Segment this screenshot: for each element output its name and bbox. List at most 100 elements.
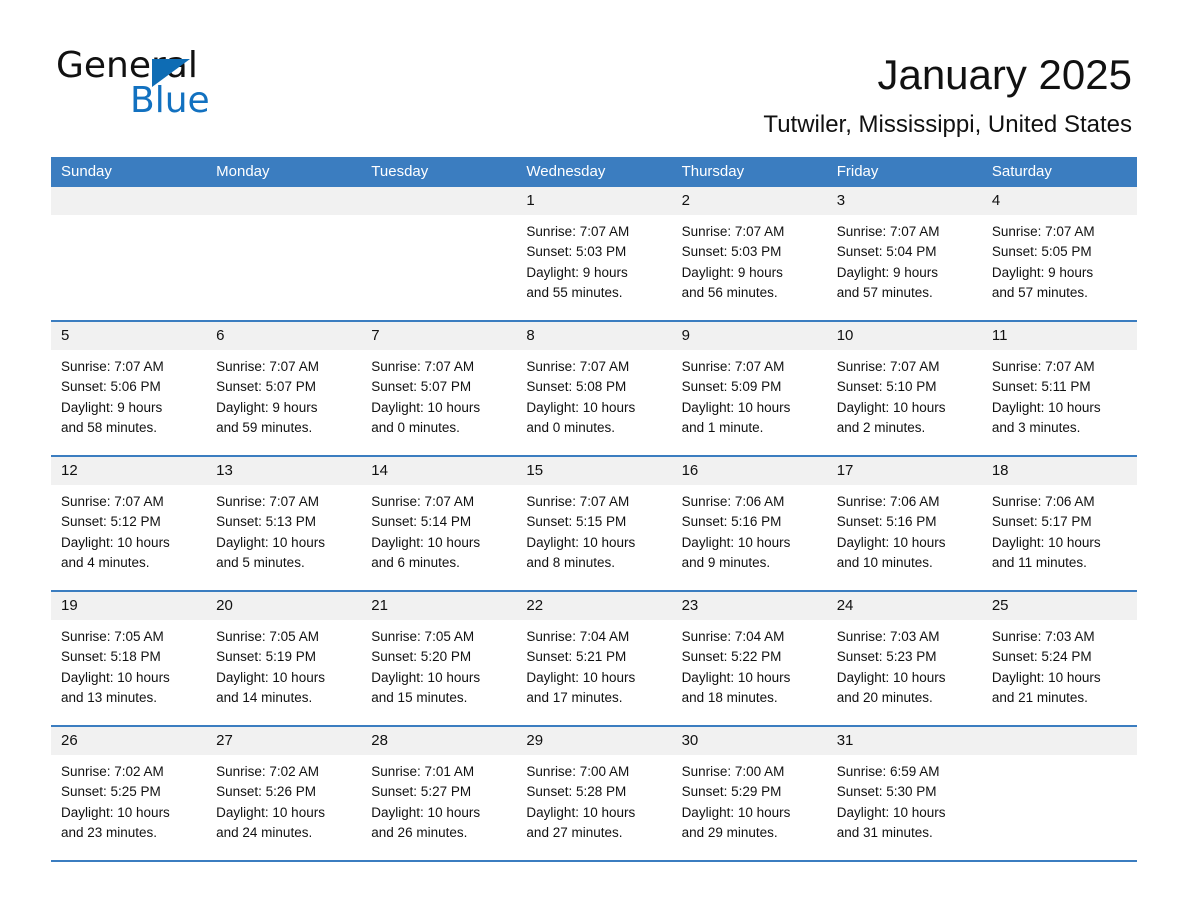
calendar-week-row: 26 Sunrise: 7:02 AM Sunset: 5:25 PM Dayligh… xyxy=(51,727,1137,862)
day-sun-info: Sunrise: 7:07 AM Sunset: 5:07 PM Daylight:… xyxy=(361,350,516,438)
calendar-day-cell[interactable]: 23 Sunrise: 7:04 AM Sunset: 5:22 PM Dayligh… xyxy=(671,592,827,725)
day-info-line: Daylight: 10 hours xyxy=(681,399,791,415)
calendar-day-cell[interactable]: 3 Sunrise: 7:07 AM Sunset: 5:04 PM Daylight… xyxy=(826,187,982,320)
day-info-line: Sunset: 5:28 PM xyxy=(526,784,627,800)
day-info-line: and 14 minutes. xyxy=(216,689,313,705)
calendar-day-cell[interactable]: 26 Sunrise: 7:02 AM Sunset: 5:25 PM Dayligh… xyxy=(51,727,207,860)
day-sun-info: Sunrise: 7:06 AM Sunset: 5:16 PM Daylight:… xyxy=(827,485,982,573)
calendar-day-cell[interactable]: 20 Sunrise: 7:05 AM Sunset: 5:19 PM Dayligh… xyxy=(206,592,362,725)
day-number: 7 xyxy=(361,322,517,350)
calendar-day-cell[interactable]: 11 Sunrise: 7:07 AM Sunset: 5:11 PM Dayligh… xyxy=(981,322,1137,455)
day-number: 1 xyxy=(516,187,672,215)
day-sun-info: Sunrise: 7:07 AM Sunset: 5:11 PM Daylight:… xyxy=(982,350,1137,438)
weekday-header-row: Sunday Monday Tuesday Wednesday Thursday Frid… xyxy=(51,157,1137,187)
day-sun-info: Sunrise: 7:07 AM Sunset: 5:12 PM Daylight:… xyxy=(51,485,206,573)
calendar-day-cell[interactable]: 2 Sunrise: 7:07 AM Sunset: 5:03 PM Daylight… xyxy=(671,187,827,320)
calendar-day-cell[interactable]: 25 Sunrise: 7:03 AM Sunset: 5:24 PM Dayligh… xyxy=(981,592,1137,725)
day-number: 18 xyxy=(981,457,1137,485)
day-sun-info: Sunrise: 7:07 AM Sunset: 5:13 PM Daylight:… xyxy=(206,485,361,573)
calendar-day-cell[interactable]: 31 Sunrise: 6:59 AM Sunset: 5:30 PM Dayligh… xyxy=(826,727,982,860)
day-sun-info: Sunrise: 7:07 AM Sunset: 5:15 PM Daylight:… xyxy=(516,485,671,573)
day-info-line: and 4 minutes. xyxy=(61,554,150,570)
day-info-line: Daylight: 10 hours xyxy=(216,669,325,685)
calendar-day-cell[interactable]: 21 Sunrise: 7:05 AM Sunset: 5:20 PM Dayligh… xyxy=(361,592,517,725)
day-info-line: Sunrise: 7:06 AM xyxy=(991,494,1095,509)
calendar-day-cell[interactable]: 15 Sunrise: 7:07 AM Sunset: 5:15 PM Dayligh… xyxy=(516,457,672,590)
day-info-line: Sunset: 5:03 PM xyxy=(681,244,782,260)
day-sun-info: Sunrise: 7:03 AM Sunset: 5:24 PM Daylight:… xyxy=(982,620,1137,708)
day-info-line: and 29 minutes. xyxy=(681,824,778,840)
day-number: 4 xyxy=(981,187,1137,215)
calendar-day-cell[interactable]: 9 Sunrise: 7:07 AM Sunset: 5:09 PM Daylight… xyxy=(671,322,827,455)
calendar-empty-cell xyxy=(206,187,362,320)
calendar-day-cell[interactable]: 22 Sunrise: 7:04 AM Sunset: 5:21 PM Dayligh… xyxy=(516,592,672,725)
day-info-line: Daylight: 10 hours xyxy=(991,399,1101,415)
day-sun-info: Sunrise: 7:00 AM Sunset: 5:29 PM Daylight:… xyxy=(672,755,827,843)
calendar-day-cell[interactable]: 5 Sunrise: 7:07 AM Sunset: 5:06 PM Daylight… xyxy=(51,322,207,455)
calendar-day-cell[interactable]: 29 Sunrise: 7:00 AM Sunset: 5:28 PM Dayligh… xyxy=(516,727,672,860)
calendar-day-cell[interactable]: 18 Sunrise: 7:06 AM Sunset: 5:17 PM Dayligh… xyxy=(981,457,1137,590)
calendar-day-cell[interactable]: 4 Sunrise: 7:07 AM Sunset: 5:05 PM Daylight… xyxy=(981,187,1137,320)
day-sun-info: Sunrise: 7:04 AM Sunset: 5:21 PM Daylight:… xyxy=(516,620,671,708)
calendar-day-cell[interactable]: 16 Sunrise: 7:06 AM Sunset: 5:16 PM Dayligh… xyxy=(671,457,827,590)
day-info-line: Sunset: 5:22 PM xyxy=(681,649,782,665)
calendar-week-row: 19 Sunrise: 7:05 AM Sunset: 5:18 PM Dayligh… xyxy=(51,592,1137,727)
day-sun-info: Sunrise: 7:00 AM Sunset: 5:28 PM Daylight:… xyxy=(516,755,671,843)
calendar-day-cell[interactable]: 19 Sunrise: 7:05 AM Sunset: 5:18 PM Dayligh… xyxy=(51,592,207,725)
calendar-weeks: 1 Sunrise: 7:07 AM Sunset: 5:03 PM Daylight… xyxy=(51,187,1137,862)
calendar-day-cell[interactable]: 13 Sunrise: 7:07 AM Sunset: 5:13 PM Dayligh… xyxy=(206,457,362,590)
calendar-day-cell[interactable]: 1 Sunrise: 7:07 AM Sunset: 5:03 PM Daylight… xyxy=(516,187,672,320)
weekday-header-wednesday: Wednesday xyxy=(526,163,606,180)
day-sun-info: Sunrise: 7:07 AM Sunset: 5:14 PM Daylight:… xyxy=(361,485,516,573)
day-sun-info: Sunrise: 7:01 AM Sunset: 5:27 PM Daylight:… xyxy=(361,755,516,843)
day-info-line: and 57 minutes. xyxy=(991,284,1088,300)
calendar-day-cell[interactable]: 7 Sunrise: 7:07 AM Sunset: 5:07 PM Daylight… xyxy=(361,322,517,455)
day-info-line: Sunrise: 7:02 AM xyxy=(61,764,164,779)
calendar-day-cell[interactable]: 14 Sunrise: 7:07 AM Sunset: 5:14 PM Dayligh… xyxy=(361,457,517,590)
page-title: January 2025 xyxy=(877,51,1132,98)
day-info-line: Sunset: 5:30 PM xyxy=(836,784,937,800)
day-sun-info: Sunrise: 7:05 AM Sunset: 5:19 PM Daylight:… xyxy=(206,620,361,708)
day-info-line: Sunrise: 7:06 AM xyxy=(681,494,785,509)
day-info-line: Daylight: 10 hours xyxy=(836,804,946,820)
day-info-line: Sunset: 5:07 PM xyxy=(216,379,316,395)
day-number: 8 xyxy=(516,322,672,350)
day-info-line: Sunset: 5:11 PM xyxy=(991,379,1091,395)
calendar-day-cell[interactable]: 30 Sunrise: 7:00 AM Sunset: 5:29 PM Dayligh… xyxy=(671,727,827,860)
day-info-line: Sunrise: 7:07 AM xyxy=(526,359,630,374)
day-info-line: and 24 minutes. xyxy=(216,824,313,840)
calendar-day-cell[interactable]: 6 Sunrise: 7:07 AM Sunset: 5:07 PM Daylight… xyxy=(206,322,362,455)
day-info-line: and 15 minutes. xyxy=(371,689,468,705)
day-info-line: Sunset: 5:16 PM xyxy=(681,514,782,530)
calendar-day-cell[interactable]: 8 Sunrise: 7:07 AM Sunset: 5:08 PM Daylight… xyxy=(516,322,672,455)
calendar-day-cell[interactable]: 12 Sunrise: 7:07 AM Sunset: 5:12 PM Dayligh… xyxy=(51,457,207,590)
day-sun-info: Sunrise: 7:05 AM Sunset: 5:18 PM Daylight:… xyxy=(51,620,206,708)
day-info-line: Sunrise: 7:07 AM xyxy=(836,224,940,239)
day-info-line: Sunrise: 7:01 AM xyxy=(371,764,475,779)
day-info-line: Sunrise: 7:07 AM xyxy=(61,494,164,509)
day-info-line: and 21 minutes. xyxy=(991,689,1088,705)
day-info-line: Daylight: 10 hours xyxy=(991,534,1101,550)
day-info-line: and 0 minutes. xyxy=(526,419,615,435)
calendar-day-cell[interactable]: 27 Sunrise: 7:02 AM Sunset: 5:26 PM Dayligh… xyxy=(206,727,362,860)
calendar-day-cell[interactable]: 10 Sunrise: 7:07 AM Sunset: 5:10 PM Dayligh… xyxy=(826,322,982,455)
day-info-line: and 9 minutes. xyxy=(681,554,771,570)
day-sun-info: Sunrise: 7:07 AM Sunset: 5:03 PM Daylight:… xyxy=(672,215,827,303)
day-number xyxy=(361,187,517,215)
day-info-line: Sunrise: 7:07 AM xyxy=(371,494,475,509)
day-info-line: and 23 minutes. xyxy=(61,824,158,840)
day-info-line: Daylight: 9 hours xyxy=(681,264,783,280)
day-info-line: and 13 minutes. xyxy=(61,689,158,705)
calendar-day-cell[interactable]: 17 Sunrise: 7:06 AM Sunset: 5:16 PM Dayligh… xyxy=(826,457,982,590)
day-number: 30 xyxy=(671,727,827,755)
day-info-line: and 20 minutes. xyxy=(836,689,933,705)
day-info-line: Sunrise: 7:07 AM xyxy=(526,494,630,509)
day-info-line: and 59 minutes. xyxy=(216,419,313,435)
day-info-line: Daylight: 10 hours xyxy=(526,804,636,820)
day-info-line: Sunrise: 7:02 AM xyxy=(216,764,319,779)
calendar-day-cell[interactable]: 24 Sunrise: 7:03 AM Sunset: 5:23 PM Dayligh… xyxy=(826,592,982,725)
weekday-header-sunday: Sunday xyxy=(61,163,112,180)
day-info-line: Daylight: 10 hours xyxy=(216,534,325,550)
day-info-line: Sunset: 5:19 PM xyxy=(216,649,316,665)
calendar-day-cell[interactable]: 28 Sunrise: 7:01 AM Sunset: 5:27 PM Dayligh… xyxy=(361,727,517,860)
